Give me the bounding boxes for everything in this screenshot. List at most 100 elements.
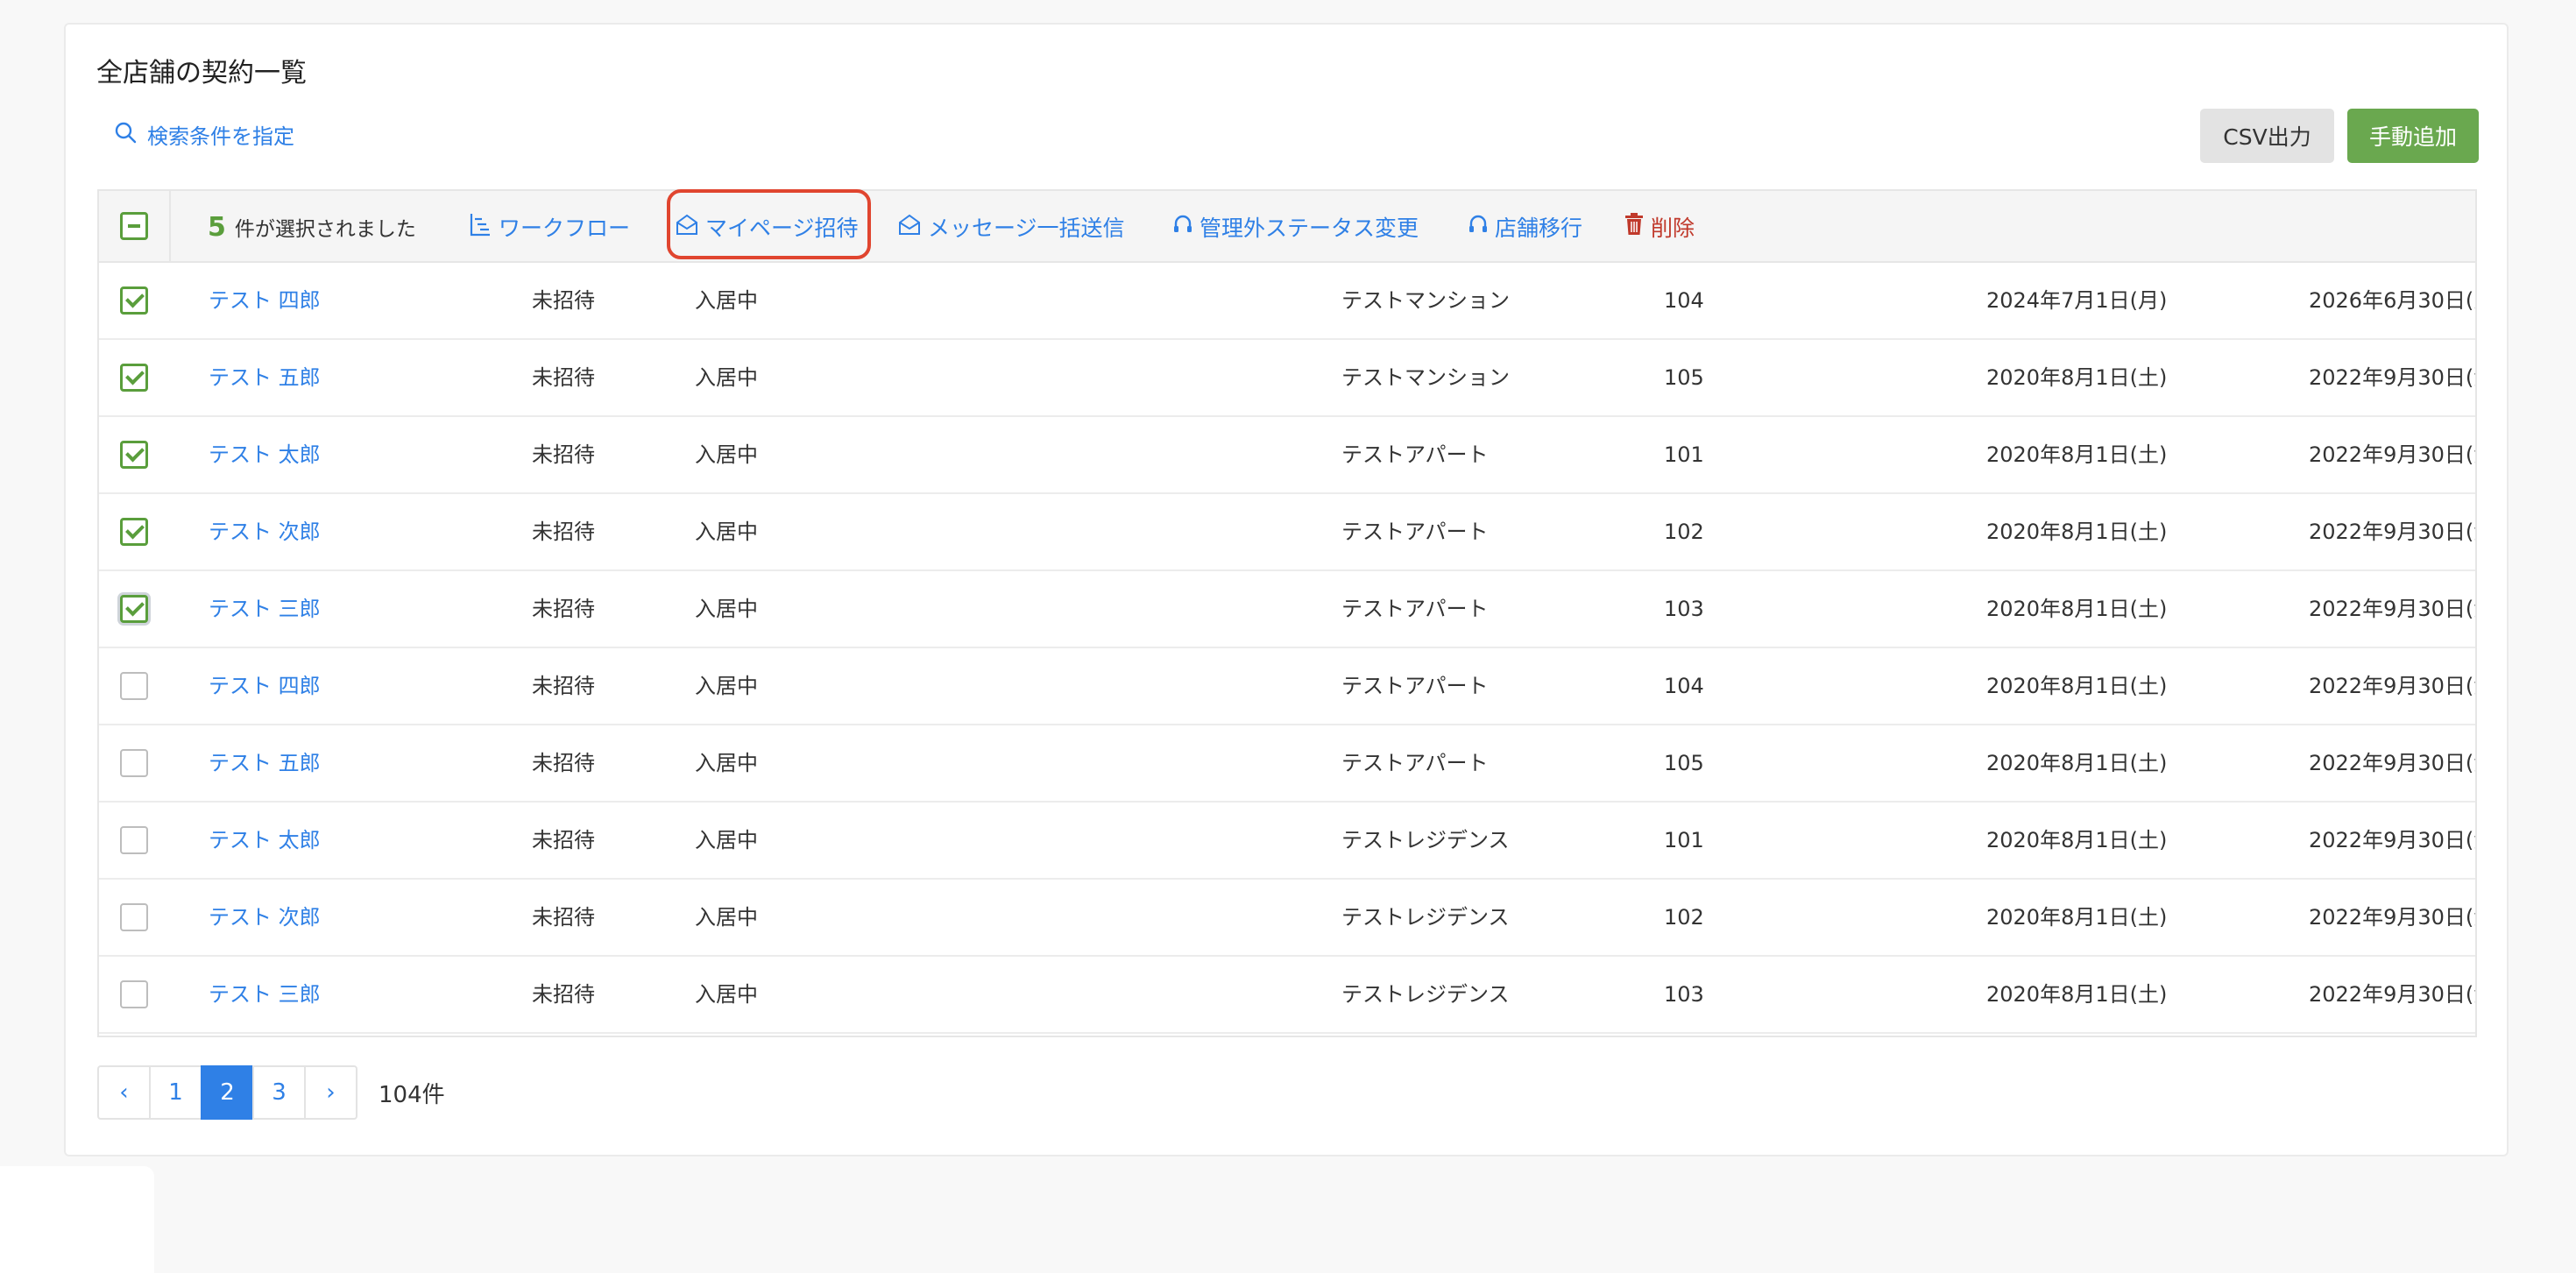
csv-export-button[interactable]: CSV出力 <box>2200 109 2334 163</box>
total-count: 104件 <box>379 1081 445 1108</box>
manual-add-button[interactable]: 手動追加 <box>2347 109 2479 163</box>
tenant-name-link[interactable]: テスト 三郎 <box>209 957 321 1032</box>
select-all-checkbox[interactable] <box>120 212 148 240</box>
mypage-invite-action[interactable]: マイページ招待 <box>676 212 859 242</box>
residence-status: 入居中 <box>695 597 758 621</box>
page-2-button[interactable]: 2 <box>201 1065 254 1120</box>
corner-panel <box>0 1166 154 1273</box>
table-row: テスト 五郎 未招待 入居中 テストマンション 105 2020年8月1日(土) 2022年… <box>99 340 2475 417</box>
row-checkbox[interactable] <box>120 518 148 546</box>
residence-status: 入居中 <box>695 751 758 775</box>
search-conditions-link[interactable]: 検索条件を指定 <box>114 119 294 150</box>
residence-status: 入居中 <box>695 288 758 313</box>
room-number: 102 <box>1664 905 1704 930</box>
row-checkbox[interactable] <box>120 672 148 700</box>
prev-page-button[interactable]: ‹ <box>97 1065 151 1120</box>
selected-count-number: 5 <box>208 212 226 243</box>
table-row: テスト 太郎 未招待 入居中 テストアパート 101 2020年8月1日(土) 2022年9… <box>99 417 2475 494</box>
contract-end-date: 2022年9月30日(金) <box>2309 905 2475 930</box>
contract-start-date: 2024年7月1日(月) <box>1986 288 2168 313</box>
tenant-name-link[interactable]: テスト 太郎 <box>209 803 321 878</box>
room-number: 101 <box>1664 828 1704 852</box>
tenant-name-link[interactable]: テスト 太郎 <box>209 417 321 492</box>
room-number: 105 <box>1664 751 1704 775</box>
property-name: テストアパート <box>1341 674 1489 698</box>
headset-icon <box>1173 214 1192 240</box>
property-name: テストアパート <box>1341 442 1489 467</box>
invite-status: 未招待 <box>532 288 595 313</box>
residence-status: 入居中 <box>695 365 758 390</box>
table-row: テスト 三郎 未招待 入居中 テストアパート 103 2020年8月1日(土) 2022年9… <box>99 571 2475 648</box>
property-name: テストアパート <box>1341 597 1489 621</box>
workflow-label: ワークフロー <box>499 216 631 241</box>
row-checkbox[interactable] <box>120 749 148 777</box>
workflow-action[interactable]: ワークフロー <box>469 212 630 242</box>
room-number: 102 <box>1664 520 1704 544</box>
trash-icon <box>1624 213 1644 241</box>
contract-start-date: 2020年8月1日(土) <box>1986 442 2168 467</box>
property-name: テストマンション <box>1341 288 1510 313</box>
invite-status: 未招待 <box>532 442 595 467</box>
row-checkbox[interactable] <box>120 286 148 315</box>
room-number: 105 <box>1664 365 1704 390</box>
tenant-name-link[interactable]: テスト 四郎 <box>209 648 321 724</box>
property-name: テストレジデンス <box>1341 905 1510 930</box>
invite-status: 未招待 <box>532 982 595 1007</box>
property-name: テストマンション <box>1341 365 1510 390</box>
store-move-label: 店舗移行 <box>1495 216 1583 241</box>
mypage-invite-label: マイページ招待 <box>705 216 859 241</box>
invite-status: 未招待 <box>532 751 595 775</box>
tenant-name-link[interactable]: テスト 五郎 <box>209 340 321 415</box>
store-move-action[interactable]: 店舗移行 <box>1468 212 1582 242</box>
property-name: テストアパート <box>1341 751 1489 775</box>
contracts-table: 5 件が選択されました ワークフロー マイページ招待 メッセージ一括送信 管理外… <box>97 189 2477 1037</box>
row-checkbox[interactable] <box>120 364 148 392</box>
pagination: ‹ 1 2 3 › 104件 <box>97 1065 445 1120</box>
row-checkbox[interactable] <box>120 826 148 854</box>
table-row: テスト 四郎 未招待 入居中 テストアパート 104 2020年8月1日(土) 2022年9… <box>99 648 2475 725</box>
table-row: テスト 五郎 未招待 入居中 テストアパート 105 2020年8月1日(土) 2022年9… <box>99 725 2475 803</box>
status-change-action[interactable]: 管理外ステータス変更 <box>1173 212 1419 242</box>
tenant-name-link[interactable]: テスト 次郎 <box>209 880 321 955</box>
contract-end-date: 2022年9月30日(金) <box>2309 674 2475 698</box>
next-page-button[interactable]: › <box>304 1065 357 1120</box>
tenant-name-link[interactable]: テスト 四郎 <box>209 263 321 338</box>
contract-start-date: 2020年8月1日(土) <box>1986 520 2168 544</box>
toolbar-divider <box>169 191 171 261</box>
status-change-label: 管理外ステータス変更 <box>1200 216 1419 241</box>
selected-count-text: 件が選択されました <box>234 218 416 241</box>
row-checkbox[interactable] <box>120 441 148 469</box>
tenant-name-link[interactable]: テスト 五郎 <box>209 725 321 801</box>
table-row: テスト 三郎 未招待 入居中 テストレジデンス 103 2020年8月1日(土) 2022年… <box>99 957 2475 1034</box>
contract-end-date: 2022年9月30日(金) <box>2309 982 2475 1007</box>
bulk-message-label: メッセージ一括送信 <box>928 216 1125 241</box>
tenant-name-link[interactable]: テスト 三郎 <box>209 571 321 647</box>
page-1-button[interactable]: 1 <box>149 1065 202 1120</box>
row-checkbox[interactable] <box>120 595 148 623</box>
bulk-action-toolbar: 5 件が選択されました ワークフロー マイページ招待 メッセージ一括送信 管理外… <box>99 191 2475 263</box>
table-row: テスト 四郎 未招待 入居中 テストマンション 104 2024年7月1日(月) 2026年… <box>99 263 2475 340</box>
search-conditions-label: 検索条件を指定 <box>147 124 294 149</box>
contract-start-date: 2020年8月1日(土) <box>1986 828 2168 852</box>
contract-start-date: 2020年8月1日(土) <box>1986 674 2168 698</box>
row-checkbox[interactable] <box>120 903 148 931</box>
contract-start-date: 2020年8月1日(土) <box>1986 905 2168 930</box>
tenant-name-link[interactable]: テスト 次郎 <box>209 494 321 569</box>
table-row: テスト 次郎 未招待 入居中 テストアパート 102 2020年8月1日(土) 2022年9… <box>99 494 2475 571</box>
residence-status: 入居中 <box>695 828 758 852</box>
contract-end-date: 2022年9月30日(金) <box>2309 597 2475 621</box>
invite-status: 未招待 <box>532 674 595 698</box>
bulk-message-action[interactable]: メッセージ一括送信 <box>898 212 1125 242</box>
contract-end-date: 2022年9月30日(金) <box>2309 520 2475 544</box>
headset-icon <box>1468 214 1488 240</box>
property-name: テストレジデンス <box>1341 982 1510 1007</box>
page-3-button[interactable]: 3 <box>252 1065 306 1120</box>
envelope-open-icon <box>676 213 698 241</box>
row-checkbox[interactable] <box>120 980 148 1008</box>
contract-end-date: 2022年9月30日(金) <box>2309 828 2475 852</box>
selected-count: 5 件が選択されました <box>208 212 416 243</box>
delete-action[interactable]: 削除 <box>1624 212 1695 242</box>
room-number: 103 <box>1664 982 1704 1007</box>
invite-status: 未招待 <box>532 828 595 852</box>
room-number: 103 <box>1664 597 1704 621</box>
